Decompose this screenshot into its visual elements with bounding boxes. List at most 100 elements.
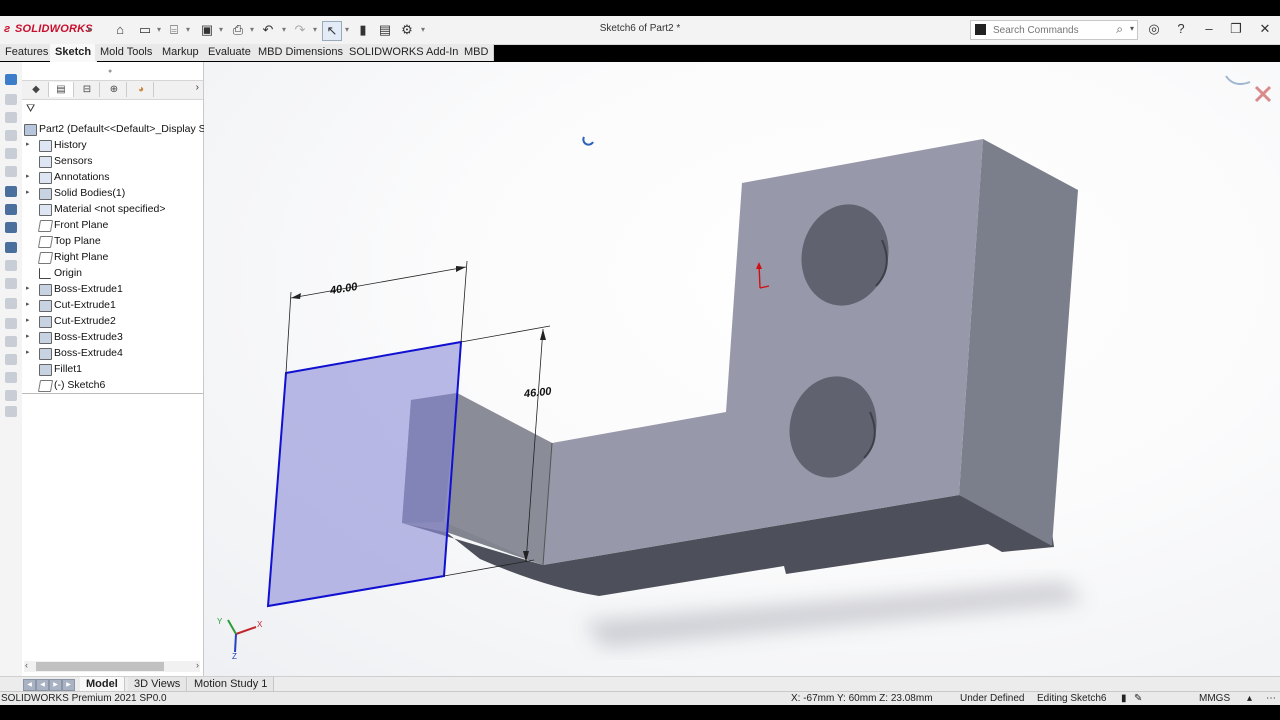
tree-root-part[interactable]: Part2 (Default<<Default>_Display S [22,121,206,137]
tree-item-cut-extrude1[interactable]: ▸ Cut-Extrude1 [22,297,203,313]
dimxpert-manager-tab-icon[interactable]: ⊕ [102,82,127,97]
tab-sketch[interactable]: Sketch [50,44,98,62]
tree-item-front-plane[interactable]: Front Plane [22,217,203,233]
search-icon[interactable]: ⌕ [1116,22,1123,37]
help-icon[interactable]: ? [1171,21,1191,36]
scrollbar-thumb[interactable] [36,662,164,671]
scroll-left-icon[interactable]: ‹ [25,660,28,670]
tree-item-sensors[interactable]: Sensors [22,153,203,169]
first-tab-icon[interactable]: ◀ [23,679,36,691]
minimize-icon[interactable]: – [1199,21,1219,36]
offset-tool-icon[interactable] [5,204,17,215]
dim40-extension-right [460,260,468,343]
expand-arrow-icon[interactable]: ▸ [26,281,34,297]
dim40-arrow-left [291,293,301,299]
tab-features[interactable]: Features [0,44,55,61]
convert-entities-icon[interactable] [5,354,17,365]
sketch-rectangle[interactable] [266,340,463,608]
tab-motion-study-1[interactable]: Motion Study 1 [188,677,275,691]
tab-3d-views[interactable]: 3D Views [128,677,188,691]
rebuild-status-icon[interactable]: ▮ [1121,693,1127,704]
unit-system-dropdown-icon[interactable]: ▴ [1247,693,1252,704]
tree-item-boss-extrude3[interactable]: ▸ Boss-Extrude3 [22,329,203,345]
graphics-area[interactable]: 40.00 46.00 Y X Z ⌕ ⌕ ↺ ◧ ✎ ◫ ▥ 👁 ● ◆ ▭ … [204,62,1280,676]
display-manager-tab-icon[interactable]: ◕ [129,82,154,97]
next-tab-icon[interactable]: ▶ [49,679,62,691]
rectangle-tool-icon[interactable] [5,130,17,141]
origin-icon [39,268,51,279]
tree-item-top-plane[interactable]: Top Plane [22,233,203,249]
filter-icon[interactable]: ⛛ [26,103,35,116]
panel-grip-icon[interactable]: ● [108,68,112,75]
quick-tip-icon[interactable]: ✎ [1134,693,1142,704]
tree-item-cut-extrude2[interactable]: ▸ Cut-Extrude2 [22,313,203,329]
dim40-extension-left [285,291,292,374]
tab-model[interactable]: Model [80,677,125,691]
arc-tool-icon[interactable] [5,166,17,177]
relations-tool-icon[interactable] [5,260,17,271]
tree-item-origin[interactable]: Origin [22,265,203,281]
quick-snaps-icon[interactable] [5,298,17,309]
expand-arrow-icon[interactable]: ▸ [26,169,34,185]
tree-item-right-plane[interactable]: Right Plane [22,249,203,265]
circle-tool-icon[interactable] [5,148,17,159]
expand-arrow-icon[interactable]: ▸ [26,313,34,329]
plane-icon [37,252,54,264]
unit-system[interactable]: MMGS [1199,693,1230,704]
tree-item-boss-extrude4[interactable]: ▸ Boss-Extrude4 [22,345,203,361]
trim-tool-icon[interactable] [5,186,17,197]
sketch-tool-icon[interactable] [5,74,17,85]
tab-evaluate[interactable]: Evaluate [203,44,257,61]
shaded-contours-icon[interactable] [5,336,17,347]
expand-arrow-icon[interactable]: ▸ [26,185,34,201]
last-tab-icon[interactable]: ▶ [62,679,75,691]
rollback-bar[interactable] [22,393,203,394]
prev-tab-icon[interactable]: ◀ [36,679,49,691]
model-shadow [584,582,1084,647]
close-icon[interactable]: ✕ [1255,21,1275,37]
search-commands-box[interactable]: ⌕ ▾ [970,20,1138,40]
step-inner-face [444,393,552,565]
configuration-manager-tab-icon[interactable]: ⊟ [75,82,100,97]
expand-arrow-icon[interactable]: ▸ [26,329,34,345]
search-commands-input[interactable] [991,22,1115,38]
smart-dimension-icon[interactable] [5,94,17,105]
user-account-icon[interactable]: ◎ [1144,21,1164,37]
mirror-tool-icon[interactable] [5,222,17,233]
panel-expand-arrow-icon[interactable]: › [196,82,199,93]
tree-item-sketch6[interactable]: (-) Sketch6 [22,377,203,393]
tree-item-fillet1[interactable]: Fillet1 [22,361,203,377]
triad-y-axis [227,619,237,635]
sketch-picture-icon[interactable] [5,406,17,417]
tree-item-material[interactable]: Material <not specified> [22,201,203,217]
property-manager-tab-icon[interactable]: ▤ [49,82,74,97]
expand-arrow-icon[interactable]: ▸ [26,297,34,313]
scroll-right-icon[interactable]: › [196,660,199,670]
feature-manager-tab-icon[interactable]: ◆ [24,82,49,97]
editing-status: Editing Sketch6 [1037,693,1107,704]
panel-horizontal-scrollbar[interactable]: ‹ › [24,660,200,672]
tab-markup[interactable]: Markup [157,44,205,61]
search-dropdown-icon[interactable]: ▾ [1130,24,1134,33]
display-relations-icon[interactable] [5,390,17,401]
tab-mbd[interactable]: MBD [459,44,495,61]
expand-arrow-icon[interactable]: ▸ [26,137,34,153]
tree-item-history[interactable]: ▸ History [22,137,203,153]
tree-item-boss-extrude1[interactable]: ▸ Boss-Extrude1 [22,281,203,297]
line-tool-icon[interactable] [5,112,17,123]
triad-x-axis [235,626,257,635]
pattern-tool-icon[interactable] [5,242,17,253]
tree-item-solid-bodies[interactable]: ▸ Solid Bodies(1) [22,185,203,201]
expand-arrow-icon[interactable]: ▸ [26,345,34,361]
tree-item-annotations[interactable]: ▸ Annotations [22,169,203,185]
restore-icon[interactable]: ❐ [1226,21,1246,37]
product-version: SOLIDWORKS Premium 2021 SP0.0 [1,693,167,704]
instant2d-icon[interactable] [5,318,17,329]
tab-mold-tools[interactable]: Mold Tools [95,44,159,61]
status-bar-menu-icon[interactable]: ⋯ [1266,693,1276,704]
tab-mbd-dimensions[interactable]: MBD Dimensions [253,44,349,61]
repair-sketch-icon[interactable] [5,278,17,289]
tab-solidworks-add-ins[interactable]: SOLIDWORKS Add-Ins [344,44,470,61]
move-entities-icon[interactable] [5,372,17,383]
exit-sketch-x-icon[interactable] [1254,85,1272,103]
